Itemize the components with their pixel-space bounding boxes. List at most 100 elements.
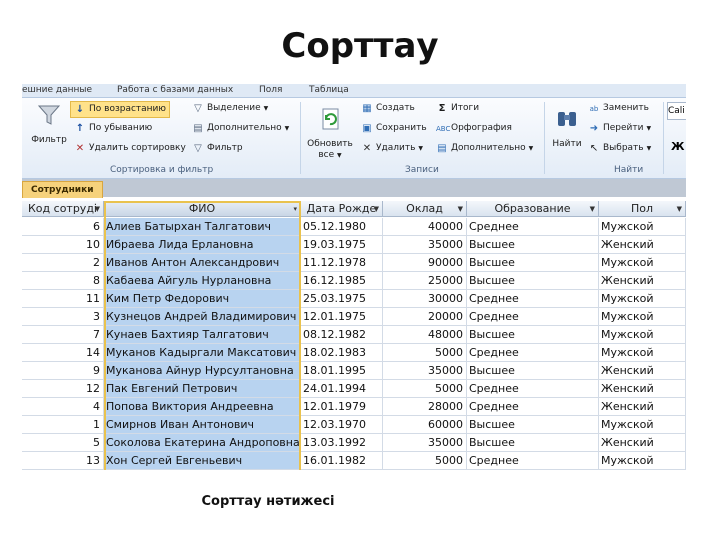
goto-dropdown[interactable]: ➜ Перейти ▼ — [588, 121, 651, 136]
cell-education[interactable]: Высшее — [467, 416, 599, 434]
cell-birthdate[interactable]: 12.03.1970 — [301, 416, 383, 434]
cell-education[interactable]: Среднее — [467, 290, 599, 308]
selection-dropdown[interactable]: ▽ Выделение ▼ — [192, 101, 268, 116]
cell-fio[interactable]: Иванов Антон Александрович — [104, 254, 301, 272]
column-header-salary[interactable]: Оклад ▼ — [383, 201, 467, 217]
cell-salary[interactable]: 5000 — [383, 452, 467, 470]
refresh-all-button[interactable]: Обновить все ▼ — [304, 106, 356, 161]
cell-education[interactable]: Высшее — [467, 434, 599, 452]
cell-education[interactable]: Среднее — [467, 218, 599, 236]
cell-education[interactable]: Высшее — [467, 362, 599, 380]
cell-id[interactable]: 2 — [22, 254, 104, 272]
cell-gender[interactable]: Мужской — [599, 218, 686, 236]
cell-gender[interactable]: Женский — [599, 362, 686, 380]
cell-salary[interactable]: 28000 — [383, 398, 467, 416]
cell-salary[interactable]: 35000 — [383, 362, 467, 380]
cell-gender[interactable]: Мужской — [599, 452, 686, 470]
save-record-button[interactable]: ▣ Сохранить — [361, 121, 426, 136]
cell-gender[interactable]: Женский — [599, 398, 686, 416]
cell-id[interactable]: 14 — [22, 344, 104, 362]
cell-gender[interactable]: Женский — [599, 434, 686, 452]
bold-button[interactable]: Ж — [671, 140, 684, 153]
cell-fio[interactable]: Пак Евгений Петрович — [104, 380, 301, 398]
cell-salary[interactable]: 20000 — [383, 308, 467, 326]
cell-fio[interactable]: Алиев Батырхан Талгатович — [104, 218, 301, 236]
cell-gender[interactable]: Женский — [599, 380, 686, 398]
column-header-birthdate[interactable]: Дата Рожде ▼ — [301, 201, 383, 217]
cell-birthdate[interactable]: 16.12.1985 — [301, 272, 383, 290]
cell-id[interactable]: 3 — [22, 308, 104, 326]
cell-gender[interactable]: Мужской — [599, 416, 686, 434]
cell-birthdate[interactable]: 05.12.1980 — [301, 218, 383, 236]
tab-table[interactable]: Таблица — [309, 85, 349, 95]
tab-fields[interactable]: Поля — [259, 85, 282, 95]
cell-salary[interactable]: 48000 — [383, 326, 467, 344]
cell-salary[interactable]: 40000 — [383, 218, 467, 236]
delete-record-dropdown[interactable]: ✕ Удалить ▼ — [361, 141, 423, 156]
more-records-dropdown[interactable]: ▤ Дополнительно ▼ — [436, 141, 533, 156]
cell-salary[interactable]: 25000 — [383, 272, 467, 290]
cell-birthdate[interactable]: 13.03.1992 — [301, 434, 383, 452]
cell-id[interactable]: 6 — [22, 218, 104, 236]
cell-fio[interactable]: Попова Виктория Андреевна — [104, 398, 301, 416]
replace-button[interactable]: ab Заменить — [588, 101, 649, 116]
cell-salary[interactable]: 5000 — [383, 380, 467, 398]
cell-gender[interactable]: Мужской — [599, 290, 686, 308]
cell-gender[interactable]: Мужской — [599, 254, 686, 272]
filter-button[interactable]: Фильтр — [28, 102, 70, 146]
cell-education[interactable]: Среднее — [467, 452, 599, 470]
cell-id[interactable]: 5 — [22, 434, 104, 452]
cell-fio[interactable]: Хон Сергей Евгеньевич — [104, 452, 301, 470]
cell-fio[interactable]: Смирнов Иван Антонович — [104, 416, 301, 434]
toggle-filter-button[interactable]: ▽ Фильтр — [192, 141, 242, 156]
cell-education[interactable]: Среднее — [467, 344, 599, 362]
advanced-filter-dropdown[interactable]: ▤ Дополнительно ▼ — [192, 121, 289, 136]
cell-education[interactable]: Высшее — [467, 326, 599, 344]
cell-gender[interactable]: Мужской — [599, 326, 686, 344]
cell-birthdate[interactable]: 12.01.1979 — [301, 398, 383, 416]
totals-button[interactable]: Σ Итоги — [436, 101, 479, 116]
cell-fio[interactable]: Кабаева Айгуль Нурлановна — [104, 272, 301, 290]
cell-birthdate[interactable]: 12.01.1975 — [301, 308, 383, 326]
column-header-id[interactable]: Код сотруді ▼ — [22, 201, 104, 217]
cell-birthdate[interactable]: 25.03.1975 — [301, 290, 383, 308]
cell-fio[interactable]: Муканов Кадыргали Максатович — [104, 344, 301, 362]
cell-salary[interactable]: 35000 — [383, 434, 467, 452]
cell-id[interactable]: 10 — [22, 236, 104, 254]
column-header-education[interactable]: Образование ▼ — [467, 201, 599, 217]
cell-birthdate[interactable]: 19.03.1975 — [301, 236, 383, 254]
cell-gender[interactable]: Мужской — [599, 344, 686, 362]
column-header-gender[interactable]: Пол ▼ — [599, 201, 686, 217]
cell-fio[interactable]: Ким Петр Федорович — [104, 290, 301, 308]
tab-external-data[interactable]: ешние данные — [22, 85, 92, 95]
cell-gender[interactable]: Женский — [599, 236, 686, 254]
cell-fio[interactable]: Ибраева Лида Ерлановна — [104, 236, 301, 254]
cell-gender[interactable]: Женский — [599, 272, 686, 290]
cell-education[interactable]: Высшее — [467, 254, 599, 272]
cell-birthdate[interactable]: 18.02.1983 — [301, 344, 383, 362]
cell-id[interactable]: 9 — [22, 362, 104, 380]
find-button[interactable]: Найти — [548, 106, 586, 150]
cell-birthdate[interactable]: 08.12.1982 — [301, 326, 383, 344]
cell-birthdate[interactable]: 11.12.1978 — [301, 254, 383, 272]
cell-salary[interactable]: 5000 — [383, 344, 467, 362]
cell-id[interactable]: 11 — [22, 290, 104, 308]
select-dropdown[interactable]: ↖ Выбрать ▼ — [588, 141, 651, 156]
clear-sort-button[interactable]: ✕ Удалить сортировку — [74, 141, 186, 156]
cell-fio[interactable]: Соколова Екатерина Андроповна — [104, 434, 301, 452]
cell-id[interactable]: 12 — [22, 380, 104, 398]
cell-salary[interactable]: 60000 — [383, 416, 467, 434]
new-record-button[interactable]: ▦ Создать — [361, 101, 415, 116]
cell-salary[interactable]: 90000 — [383, 254, 467, 272]
cell-fio[interactable]: Кунаев Бахтияр Талгатович — [104, 326, 301, 344]
spelling-button[interactable]: ABC Орфография — [436, 121, 512, 136]
cell-birthdate[interactable]: 18.01.1995 — [301, 362, 383, 380]
cell-id[interactable]: 8 — [22, 272, 104, 290]
cell-fio[interactable]: Кузнецов Андрей Владимирович — [104, 308, 301, 326]
tab-database-tools[interactable]: Работа с базами данных — [117, 85, 233, 95]
cell-education[interactable]: Среднее — [467, 398, 599, 416]
cell-education[interactable]: Среднее — [467, 308, 599, 326]
cell-education[interactable]: Среднее — [467, 380, 599, 398]
cell-salary[interactable]: 35000 — [383, 236, 467, 254]
cell-birthdate[interactable]: 16.01.1982 — [301, 452, 383, 470]
